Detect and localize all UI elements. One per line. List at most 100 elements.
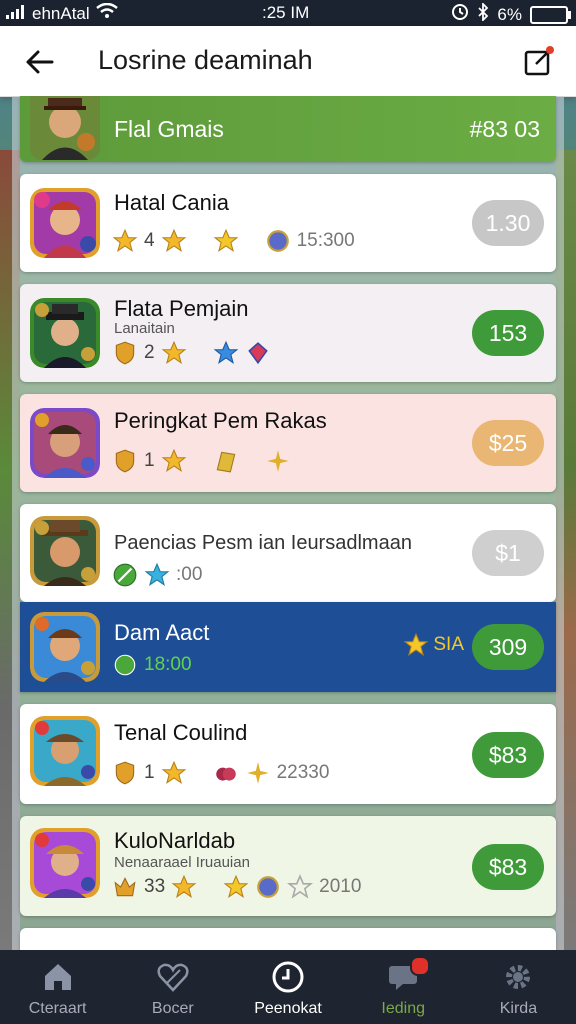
avatar [30, 188, 100, 258]
bluetooth-icon [477, 1, 489, 26]
coin-icon [113, 563, 137, 587]
back-button[interactable] [20, 42, 60, 82]
score-value: $83 [488, 853, 528, 880]
player-name: Paencias Pesm ian Ieursadlmaan [114, 532, 412, 554]
nav-item-home[interactable]: Cteraart [0, 950, 115, 1024]
star-icon [112, 228, 138, 253]
stat-value: :00 [176, 564, 203, 585]
page-title: Losrine deaminah [98, 45, 313, 75]
list-item[interactable]: KuloNarldab Nenaaraael Iruauian 33 2010 … [20, 816, 556, 916]
user-rank: SIA [403, 632, 464, 658]
sparkle-icon [246, 762, 269, 784]
gear-icon [506, 965, 531, 989]
home-icon [44, 964, 71, 990]
leaderboard-list[interactable]: Flal Gmais #83 03 Hatal Cania 4 15:300 1… [12, 96, 564, 950]
nav-item-settings[interactable]: Kirda [461, 950, 576, 1024]
score-value: $25 [488, 429, 528, 456]
nav-item-favorites[interactable]: Bocer [115, 950, 230, 1024]
star-icon [161, 448, 186, 473]
avatar [30, 408, 100, 478]
heart-icon [157, 963, 189, 992]
nav-label: Cteraart [28, 1000, 87, 1017]
player-subtitle: Lanaitain [114, 320, 175, 337]
list-item[interactable]: Peringkat Pem Rakas 1 $25 [20, 394, 556, 492]
player-score: #83 03 [469, 116, 540, 142]
list-item-current-user[interactable]: Dam Aact 18:00 SIA 309 [20, 602, 556, 692]
player-stats: 1 [112, 448, 291, 474]
gem-icon [266, 230, 289, 252]
wifi-icon [95, 2, 118, 24]
stat-value: 33 [144, 876, 166, 897]
stat-value: 1 [144, 762, 155, 783]
notification-badge [409, 956, 430, 976]
app-header: Losrine deaminah [0, 26, 576, 97]
star-icon [213, 228, 238, 253]
score-value: 153 [488, 319, 528, 346]
star-icon [161, 760, 186, 785]
rank-label: SIA [433, 634, 464, 655]
list-item-top[interactable]: Flal Gmais #83 03 [20, 96, 556, 162]
score-pill: $83 [472, 844, 544, 890]
nav-label: Ieding [381, 1000, 425, 1017]
list-item[interactable]: Paencias Pesm ian Ieursadlmaan :00 $1 [20, 504, 556, 602]
star-icon [223, 874, 249, 899]
player-stats: 2 [112, 340, 271, 366]
stat-value: 2010 [319, 876, 362, 897]
player-name: Flata Pemjain [114, 296, 249, 321]
score-pill: $25 [472, 420, 544, 466]
shield-icon [115, 449, 135, 473]
score-value: $1 [495, 539, 521, 566]
player-stats: :00 [112, 562, 202, 588]
nav-label: Peenokat [254, 1000, 322, 1017]
player-stats: 4 15:300 [112, 228, 355, 254]
shield-icon [115, 761, 135, 785]
stat-value: 2 [144, 342, 155, 363]
score-value: 1.30 [485, 209, 531, 236]
score-value: $83 [488, 741, 528, 768]
star-icon [171, 874, 197, 899]
berry-icon [215, 767, 236, 781]
gem-icon [247, 342, 268, 365]
avatar [30, 716, 100, 786]
sparkle-icon [266, 450, 289, 472]
crown-icon [114, 877, 136, 897]
player-name: Dam Aact [114, 620, 210, 645]
edit-button[interactable] [518, 42, 558, 82]
nav-item-messages[interactable]: Ieding [346, 950, 461, 1024]
star-icon [404, 632, 429, 657]
star-icon [161, 340, 186, 365]
stat-value: 4 [144, 230, 155, 251]
list-item[interactable]: Hatal Cania 4 15:300 1.30 [20, 174, 556, 272]
nav-label: Kirda [499, 1000, 538, 1017]
list-item[interactable]: Flata Pemjain Lanaitain 2 153 [20, 284, 556, 382]
bottom-navigation: Cteraart Bocer Peenokat Ieding Kirda [0, 950, 576, 1024]
score-pill: 309 [472, 624, 544, 670]
clock: :25 IM [262, 3, 310, 22]
stat-value: 22330 [276, 762, 330, 783]
avatar [30, 96, 100, 160]
edit-icon [524, 46, 554, 76]
clock-icon [272, 961, 304, 993]
blue-star-icon [144, 562, 170, 587]
avatar [30, 612, 100, 682]
arrow-left-icon [26, 50, 54, 74]
shield-icon [115, 341, 135, 365]
avatar [30, 516, 100, 586]
star-outline-icon [287, 874, 314, 899]
carrier-label: ehnAtal [32, 3, 90, 23]
stat-time: 15:300 [296, 230, 355, 251]
signal-icon [6, 4, 26, 24]
player-subtitle: Nenaaraael Iruauian [114, 854, 250, 871]
player-stats: 1 22330 [112, 760, 329, 786]
score-pill: $1 [472, 530, 544, 576]
status-bar: ehnAtal :25 IM 6% [0, 0, 576, 26]
nav-item-ranking[interactable]: Peenokat [230, 950, 345, 1024]
gem-icon [257, 876, 279, 898]
list-item-partial[interactable] [20, 928, 556, 950]
avatar [30, 828, 100, 898]
stat-value: 1 [144, 450, 155, 471]
gem-icon [114, 654, 136, 676]
alarm-icon [451, 3, 469, 26]
list-item[interactable]: Tenal Coulind 1 22330 $83 [20, 704, 556, 804]
battery-percent: 6% [497, 4, 522, 24]
